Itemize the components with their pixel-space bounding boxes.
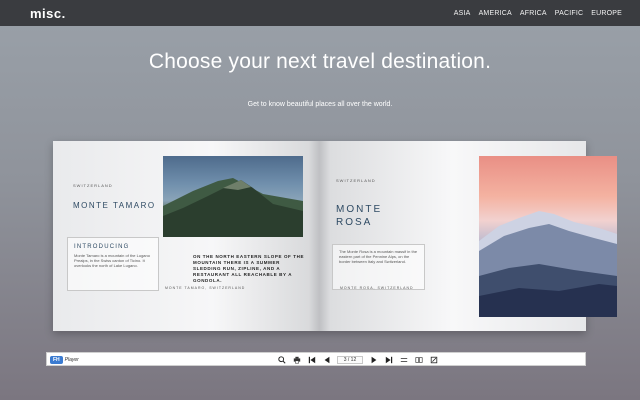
nav-asia[interactable]: ASIA [454,10,471,17]
right-title: MONTE ROSA [336,203,382,229]
left-caption: MONTE TAMARO, SWITZERLAND [165,286,246,290]
first-page-icon[interactable] [307,355,316,364]
monte-rosa-photo [479,156,617,317]
mountain-landscape-icon [163,178,303,237]
monte-rosa-text: The Monte Rosa is a mountain massif in t… [339,249,418,264]
prev-page-icon[interactable] [322,355,331,364]
hero-title: Choose your next travel destination. [148,50,492,73]
page-counter-input[interactable]: 3 / 12 [337,355,363,364]
right-page[interactable]: SWITZERLAND MONTE ROSA The Monte Rosa is… [320,141,617,331]
last-page-icon[interactable] [384,355,393,364]
hero-subtitle: Get to know beautiful places all over th… [247,101,393,108]
brand-badge: FH [50,355,63,364]
nav-pacific[interactable]: PACIFIC [555,10,584,17]
left-title: MONTE TAMARO [73,201,156,210]
share-icon[interactable] [429,355,438,364]
intro-box: INTRODUCING Monte Tamaro is a mountain o… [67,237,159,291]
flipbook-toolbar: FH Player 3 / 12 [46,352,586,366]
monte-tamaro-photo [163,156,303,237]
nav-europe[interactable]: EUROPE [591,10,622,17]
player-brand[interactable]: FH Player [50,355,79,364]
brand-text: Player [64,356,79,363]
site-logo[interactable]: misc. [30,6,66,21]
nav-america[interactable]: AMERICA [479,10,512,17]
monte-rosa-text-box: The Monte Rosa is a mountain massif in t… [332,244,425,290]
double-page-icon[interactable] [414,355,423,364]
next-page-icon[interactable] [369,355,378,364]
intro-heading: INTRODUCING [74,244,130,250]
search-icon[interactable] [277,355,286,364]
north-slope-text: ON THE NORTH EASTERN SLOPE OF THE MOUNTA… [193,254,305,283]
left-page[interactable]: SWITZERLAND MONTE TAMARO INTRODUCING Mon… [53,141,319,331]
mountain-sunset-icon [479,211,617,317]
flipbook[interactable]: SWITZERLAND MONTE TAMARO INTRODUCING Mon… [53,141,617,331]
right-title-line1: MONTE [336,204,383,215]
main-nav: ASIA AMERICA AFRICA PACIFIC EUROPE [454,10,622,17]
right-country: SWITZERLAND [336,178,376,183]
top-navbar: misc. ASIA AMERICA AFRICA PACIFIC EUROPE [0,0,640,26]
print-icon[interactable] [292,355,301,364]
right-title-line2: ROSA [336,217,373,228]
toolbar-controls: 3 / 12 [277,354,438,365]
fit-icon[interactable] [399,355,408,364]
nav-africa[interactable]: AFRICA [520,10,547,17]
right-caption: MONTE ROSA, SWITZERLAND [340,286,414,290]
left-country: SWITZERLAND [73,183,113,188]
intro-text: Monte Tamaro is a mountain of the Lugano… [74,253,150,268]
